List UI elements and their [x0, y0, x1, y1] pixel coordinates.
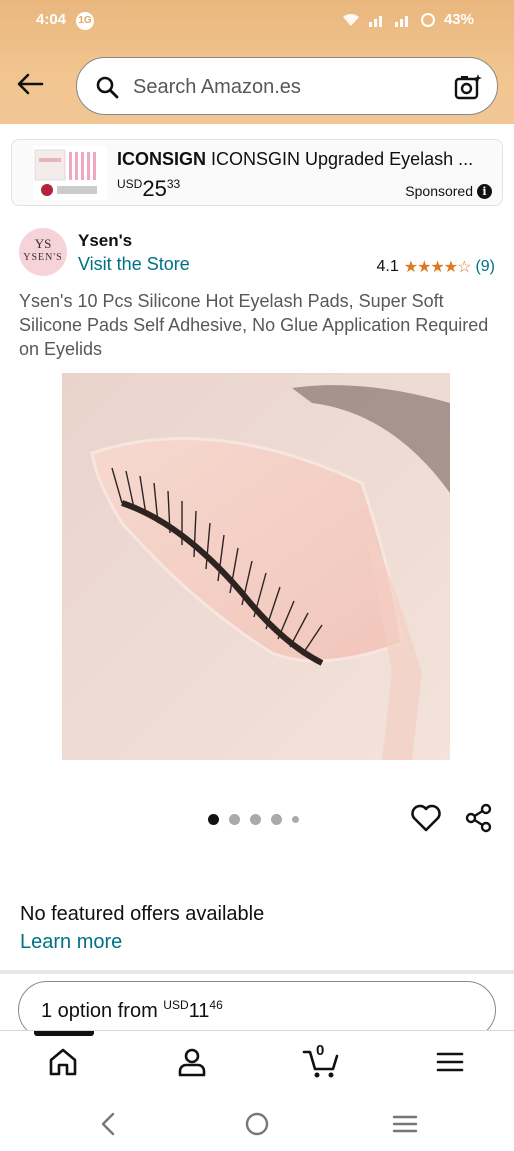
carousel-dot[interactable] — [292, 816, 299, 823]
sponsored-product-name: ICONSGIN Upgraded Eyelash ... — [211, 149, 474, 169]
options-currency: USD — [163, 998, 189, 1012]
sponsored-price-fraction: 33 — [166, 177, 181, 191]
search-icon — [96, 76, 119, 99]
battery-icon — [420, 12, 435, 27]
home-icon[interactable] — [46, 1045, 80, 1079]
product-title: Ysen's 10 Pcs Silicone Hot Eyelash Pads,… — [19, 291, 489, 359]
system-back-icon[interactable] — [95, 1110, 123, 1138]
signal-icon — [368, 15, 382, 27]
menu-icon[interactable] — [433, 1045, 467, 1079]
visit-store-link[interactable]: Visit the Store — [78, 254, 190, 275]
brand-logo[interactable]: YS YSEN'S — [19, 228, 67, 276]
back-arrow-icon[interactable] — [14, 68, 46, 100]
heart-icon[interactable] — [410, 802, 442, 834]
sponsored-title: ICONSIGN ICONSGIN Upgraded Eyelash ... — [117, 149, 492, 170]
product-rating[interactable]: 4.1 ★★★★☆ (9) — [376, 257, 495, 277]
brand-logo-name: YSEN'S — [23, 252, 63, 263]
battery-level: 43% — [443, 11, 474, 28]
sponsored-price-currency: USD — [117, 177, 143, 191]
no-offers-message: No featured offers available — [20, 903, 265, 925]
rating-value: 4.1 — [376, 258, 399, 275]
learn-more-link[interactable]: Learn more — [20, 931, 122, 954]
search-input[interactable] — [133, 72, 433, 102]
section-divider — [0, 970, 514, 974]
rating-count[interactable]: (9) — [475, 258, 495, 276]
carousel-dot[interactable] — [250, 814, 261, 825]
status-time: 4:04 — [36, 11, 67, 28]
star-rating-icon: ★★★★☆ — [403, 259, 472, 276]
bottom-navigation: 0 — [0, 1030, 514, 1098]
carousel-dot[interactable] — [208, 814, 219, 825]
active-tab-indicator — [34, 1031, 94, 1036]
brand-name: Ysen's — [78, 231, 133, 250]
brand-logo-initials: YS — [34, 236, 52, 251]
search-bar[interactable] — [76, 57, 498, 115]
camera-search-icon[interactable] — [453, 72, 483, 102]
cart-button[interactable]: 0 — [302, 1042, 339, 1079]
sponsored-label-text: Sponsored — [405, 183, 473, 199]
account-icon[interactable] — [175, 1045, 209, 1079]
sponsored-price-whole: 25 — [142, 176, 167, 201]
system-home-icon[interactable] — [243, 1110, 271, 1138]
options-price-fraction: 46 — [209, 998, 223, 1012]
notification-badge: 1G — [76, 12, 94, 30]
wifi-icon — [342, 13, 359, 26]
system-navigation-bar — [0, 1098, 514, 1151]
sponsored-ad-banner[interactable]: ICONSIGN ICONSGIN Upgraded Eyelash ... U… — [11, 139, 503, 206]
system-recents-icon[interactable] — [391, 1110, 419, 1138]
app-header: 4:04 1G 43% — [0, 0, 514, 124]
buying-options-text: 1 option from USD1146 — [41, 998, 223, 1023]
status-bar: 4:04 1G 43% — [0, 0, 514, 40]
cart-count: 0 — [316, 1042, 325, 1059]
options-prefix: 1 option from — [41, 1000, 158, 1022]
image-carousel-dots — [208, 814, 299, 825]
options-price-whole: 11 — [188, 1000, 210, 1022]
share-icon[interactable] — [464, 803, 494, 833]
sponsored-price: USD2533 — [117, 176, 180, 202]
status-indicators: 43% — [342, 11, 474, 28]
info-icon[interactable]: i — [477, 183, 492, 199]
product-image[interactable] — [62, 373, 450, 760]
sponsored-label[interactable]: Sponsored i — [405, 183, 492, 199]
carousel-dot[interactable] — [229, 814, 240, 825]
sponsored-brand: ICONSIGN — [117, 149, 207, 169]
carousel-dot[interactable] — [271, 814, 282, 825]
sponsored-product-thumbnail — [33, 146, 107, 200]
signal-icon-2 — [394, 15, 408, 27]
